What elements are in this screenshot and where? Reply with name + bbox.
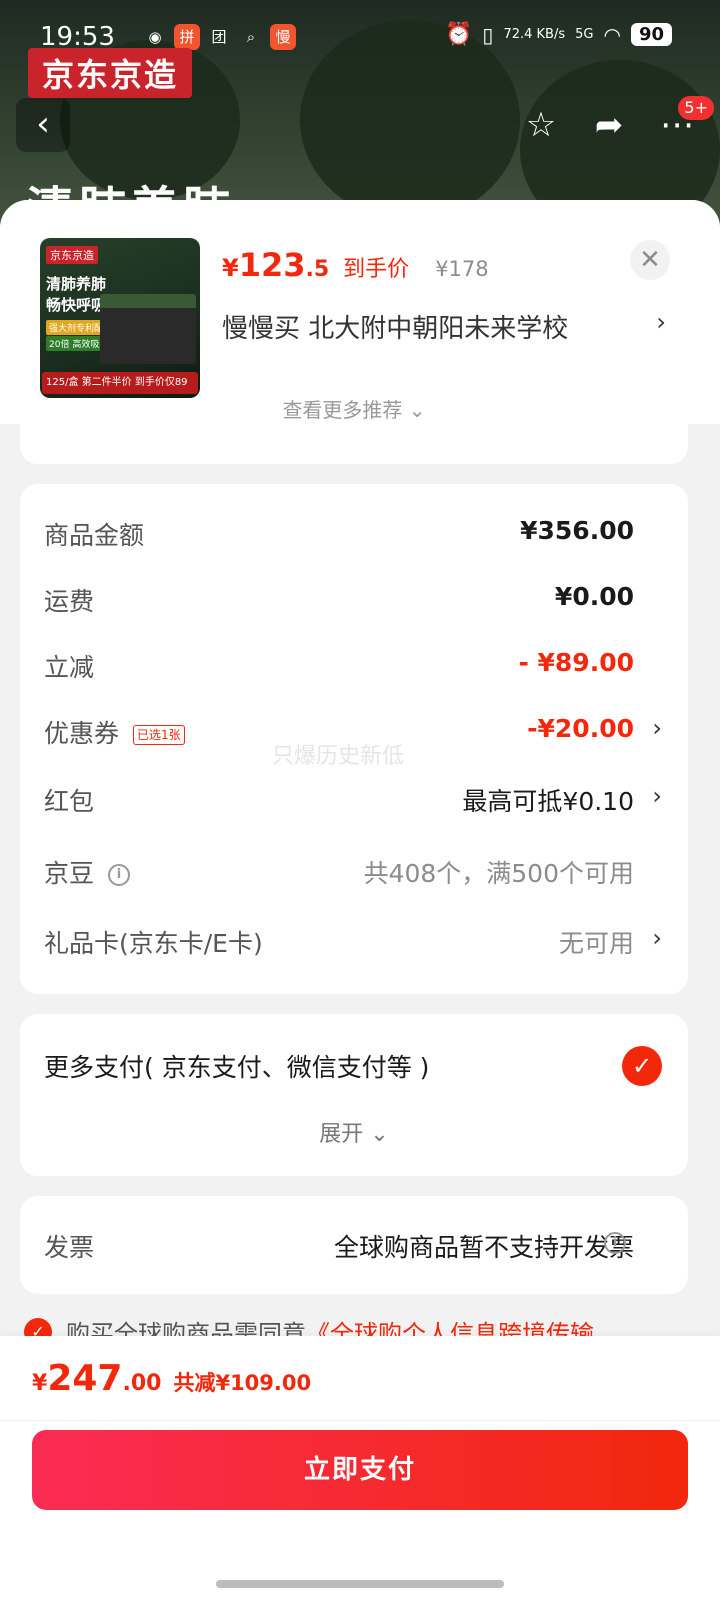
total-row: ¥ 247 .00 共减¥109.00 xyxy=(32,1358,311,1399)
status-app-icons: ◉ 拼 团 ⌕ 慢 xyxy=(142,24,296,50)
giftcard-label: 礼品卡(京东卡/E卡) xyxy=(44,929,263,958)
close-button[interactable]: ✕ xyxy=(630,240,670,280)
address-selector[interactable]: 慢慢买 北大附中朝阳未来学校 › xyxy=(222,308,682,344)
signal-label: 5G xyxy=(575,27,594,42)
chevron-down-icon: ⌄ xyxy=(370,1122,389,1147)
coupon-value: -¥20.00 xyxy=(527,714,634,743)
more-recommend-link[interactable]: 查看更多推荐 ⌄ xyxy=(20,394,688,423)
chevron-right-icon: › xyxy=(652,714,662,742)
jingdou-value: 共408个，满500个可用 xyxy=(363,859,634,888)
original-price: ¥178 xyxy=(435,257,489,281)
thumb-brand: 京东京造 xyxy=(46,246,98,264)
message-badge: 5+ xyxy=(678,96,714,120)
coupon-selected-tag: 已选1张 xyxy=(133,725,185,745)
coupon-label: 优惠券 xyxy=(44,719,120,748)
thumb-title: 清肺养肺 畅快呼吸 xyxy=(46,275,107,314)
fee-summary-card: 商品金额 ¥356.00 运费 ¥0.00 立减 - ¥89.00 优惠券 已选1… xyxy=(20,484,688,994)
battery-level: 90 xyxy=(630,23,672,46)
thumb-promo-strip: 125/盒 第二件半价 到手价仅89 xyxy=(42,372,198,394)
price-decimal: .5 xyxy=(305,257,330,282)
goods-amount-value: ¥356.00 xyxy=(520,516,634,545)
brand-logo: 京东京造 xyxy=(28,48,193,98)
redpacket-label: 红包 xyxy=(44,787,95,816)
price-currency: ¥ xyxy=(222,254,239,282)
price-row: ¥ 123 .5 到手价 ¥178 xyxy=(222,246,489,284)
chevron-right-icon: › xyxy=(652,782,662,810)
info-icon[interactable]: i xyxy=(108,864,131,886)
payment-card: 更多支付( 京东支付、微信支付等 ) ✓ 展开 ⌄ xyxy=(20,1014,688,1176)
chevron-right-icon: › xyxy=(652,924,662,952)
fee-row-shipping: 运费 ¥0.00 xyxy=(44,582,634,622)
product-thumbnail[interactable]: 京东京造 清肺养肺 畅快呼吸 强大剂专利配方 20倍 高效吸收 125/盒 第二件… xyxy=(40,238,200,398)
invoice-label: 发票 xyxy=(44,1233,95,1262)
share-icon[interactable]: ➦ xyxy=(582,98,636,152)
recommend-card: 查看更多推荐 ⌄ xyxy=(20,398,688,464)
sheet-header: 京东京造 清肺养肺 畅快呼吸 强大剂专利配方 20倍 高效吸收 125/盒 第二件… xyxy=(0,200,720,424)
payment-selected-check-icon[interactable]: ✓ xyxy=(622,1046,662,1086)
goods-amount-label: 商品金额 xyxy=(44,521,145,550)
back-button[interactable]: ‹ xyxy=(16,98,70,152)
fee-row-goods: 商品金额 ¥356.00 xyxy=(44,516,634,556)
total-saving: 共减¥109.00 xyxy=(173,1371,312,1395)
watermark-text: 只爆历史新低 xyxy=(272,744,405,769)
chevron-down-icon: ⌄ xyxy=(408,398,426,422)
man-icon: 慢 xyxy=(270,24,296,50)
price-integer: 123 xyxy=(238,246,306,284)
chevron-right-icon: › xyxy=(656,308,666,336)
fee-row-jingdou: 京豆 i 共408个，满500个可用 xyxy=(44,854,634,894)
invoice-card: 发票 全球购商品暂不支持开发票 i xyxy=(20,1196,688,1294)
expand-label: 展开 xyxy=(319,1122,364,1147)
favorite-star-icon[interactable]: ☆ xyxy=(514,98,568,152)
more-recommend-label: 查看更多推荐 xyxy=(282,398,403,422)
fee-row-redpacket[interactable]: 红包 最高可抵¥0.10 › xyxy=(44,782,662,822)
network-speed: 72.4 KB/s xyxy=(503,27,566,42)
shipping-value: ¥0.00 xyxy=(554,582,634,611)
total-integer: 247 xyxy=(47,1358,123,1399)
alarm-icon: ⏰ xyxy=(445,22,473,47)
discount-value: - ¥89.00 xyxy=(518,648,634,677)
search-icon: ⌕ xyxy=(246,28,256,46)
home-indicator[interactable] xyxy=(216,1580,504,1588)
vibrate-icon: ▯ xyxy=(482,22,494,47)
pay-now-button[interactable]: 立即支付 xyxy=(32,1430,688,1510)
final-price-label: 到手价 xyxy=(343,257,410,282)
divider xyxy=(0,1420,720,1421)
giftcard-value: 无可用 xyxy=(558,929,634,958)
total-decimal: .00 xyxy=(122,1371,162,1396)
invoice-value: 全球购商品暂不支持开发票 xyxy=(333,1233,634,1262)
status-right: ⏰ ▯ 72.4 KB/s 5G ◠ 90 xyxy=(445,22,672,47)
expand-button[interactable]: 展开 ⌄ xyxy=(20,1116,688,1148)
total-currency: ¥ xyxy=(32,1371,48,1396)
tuan-icon: 团 xyxy=(211,28,227,46)
coupon-label-group: 优惠券 已选1张 xyxy=(44,714,185,750)
info-icon[interactable]: i xyxy=(604,1232,626,1254)
fee-row-giftcard[interactable]: 礼品卡(京东卡/E卡) 无可用 › xyxy=(44,924,662,964)
weibo-icon: ◉ xyxy=(148,28,162,46)
wifi-icon: ◠ xyxy=(603,22,621,47)
checkout-bottom-bar: ¥ 247 .00 共减¥109.00 立即支付 xyxy=(0,1336,720,1600)
address-text: 慢慢买 北大附中朝阳未来学校 xyxy=(222,314,569,344)
shipping-label: 运费 xyxy=(44,587,95,616)
more-payment-title[interactable]: 更多支付( 京东支付、微信支付等 ) xyxy=(44,1048,429,1084)
discount-label: 立减 xyxy=(44,653,95,682)
pinduoduo-icon: 拼 xyxy=(174,24,200,50)
jingdou-label-group: 京豆 i xyxy=(44,854,131,890)
redpacket-value: 最高可抵¥0.10 xyxy=(462,787,634,816)
product-box-image xyxy=(100,294,196,364)
jingdou-label: 京豆 xyxy=(44,859,95,888)
top-actions: ☆ ➦ ⋯ xyxy=(514,98,704,152)
fee-row-discount: 立减 - ¥89.00 xyxy=(44,648,634,688)
